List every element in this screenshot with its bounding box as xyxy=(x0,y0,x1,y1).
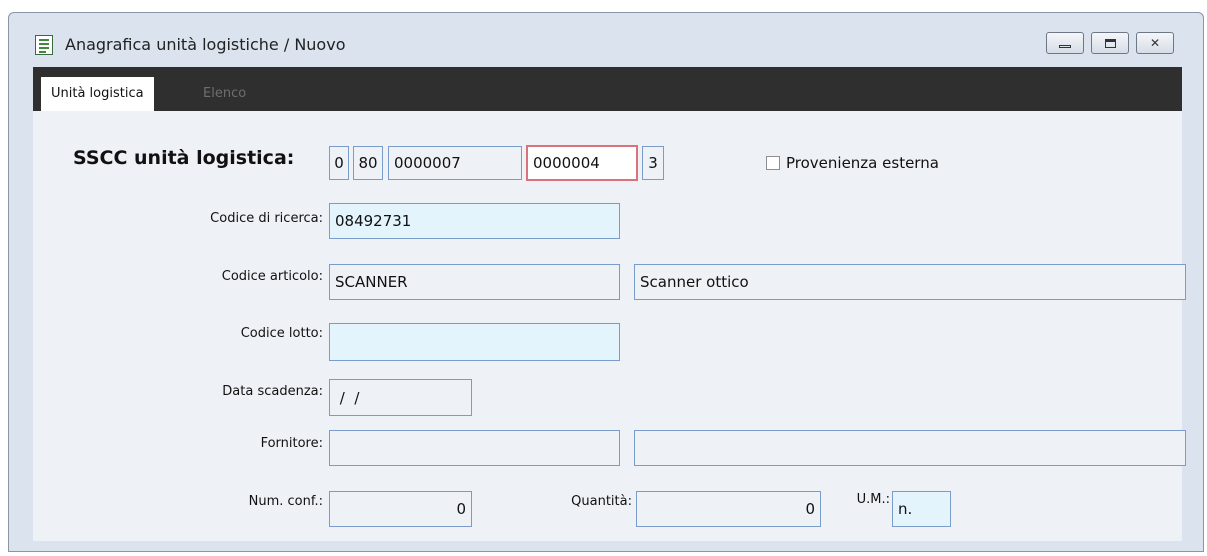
quantita-field[interactable]: 0 xyxy=(636,491,821,527)
quantita-label: Quantità: xyxy=(571,494,632,509)
close-icon: ✕ xyxy=(1149,36,1161,50)
data-scadenza-label: Data scadenza: xyxy=(222,384,323,399)
sscc-part-1-field[interactable]: 0 xyxy=(329,146,349,180)
close-button[interactable]: ✕ xyxy=(1136,32,1174,54)
fornitore-label: Fornitore: xyxy=(260,436,323,451)
sscc-label: SSCC unità logistica: xyxy=(73,147,295,169)
minimize-icon xyxy=(1059,44,1071,48)
codice-ricerca-label: Codice di ricerca: xyxy=(210,211,323,226)
tab-unita-logistica[interactable]: Unità logistica xyxy=(41,77,154,111)
sscc-check-digit-field[interactable]: 3 xyxy=(642,146,664,180)
codice-lotto-label: Codice lotto: xyxy=(240,326,323,341)
form-panel: SSCC unità logistica: 0 80 0000007 00000… xyxy=(33,111,1186,541)
fornitore-description-field xyxy=(634,430,1186,466)
codice-articolo-field[interactable]: SCANNER xyxy=(329,264,620,300)
um-field[interactable]: n. xyxy=(892,491,951,527)
codice-lotto-field[interactable] xyxy=(329,323,620,361)
provenienza-esterna-label: Provenienza esterna xyxy=(786,154,939,172)
app-window: Anagrafica unità logistiche / Nuovo ✕ Un… xyxy=(8,12,1204,552)
sscc-part-2-field[interactable]: 80 xyxy=(353,146,383,180)
maximize-button[interactable] xyxy=(1091,32,1129,54)
form-icon xyxy=(35,35,53,55)
provenienza-esterna-checkbox[interactable] xyxy=(766,156,780,170)
tab-elenco[interactable]: Elenco xyxy=(193,77,256,111)
fornitore-field[interactable] xyxy=(329,430,620,466)
maximize-icon xyxy=(1104,38,1116,48)
sscc-part-4-field[interactable]: 0000004 xyxy=(526,145,638,181)
codice-ricerca-field[interactable]: 08492731 xyxy=(329,203,620,239)
tab-bar: Unità logistica Elenco xyxy=(33,67,1182,111)
window-title: Anagrafica unità logistiche / Nuovo xyxy=(65,35,346,54)
codice-articolo-label: Codice articolo: xyxy=(221,269,323,284)
articolo-description-field: Scanner ottico xyxy=(634,264,1186,300)
data-scadenza-field[interactable]: / / xyxy=(329,379,472,416)
title-bar: Anagrafica unità logistiche / Nuovo ✕ xyxy=(9,13,1203,67)
um-label: U.M.: xyxy=(856,492,890,507)
num-conf-field[interactable]: 0 xyxy=(329,491,472,527)
sscc-part-3-field[interactable]: 0000007 xyxy=(388,146,522,180)
num-conf-label: Num. conf.: xyxy=(248,494,323,509)
minimize-button[interactable] xyxy=(1046,32,1084,54)
